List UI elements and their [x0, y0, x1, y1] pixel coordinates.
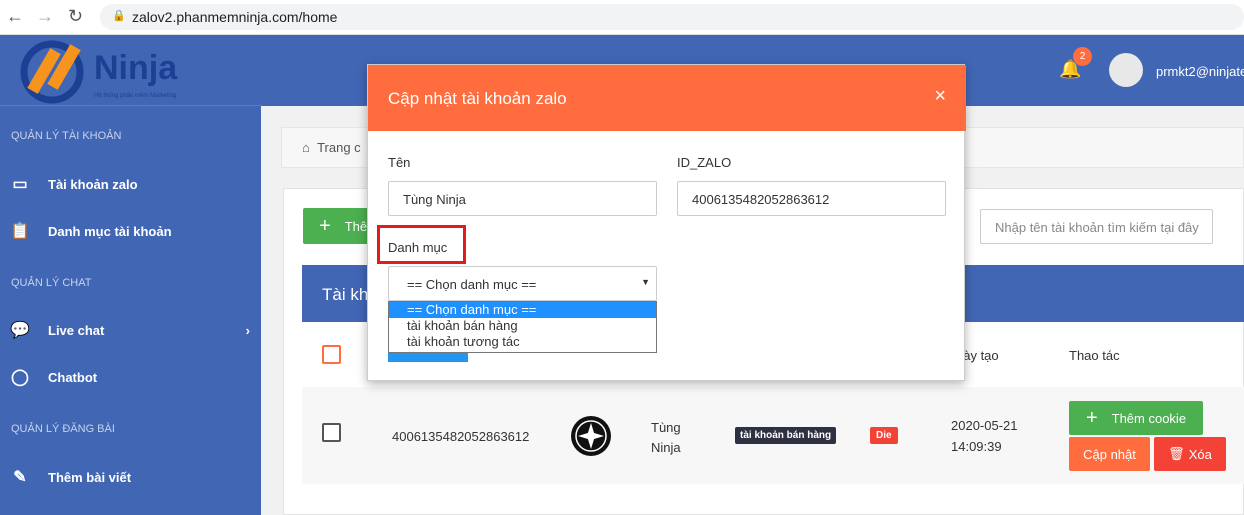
table-title: Tài kh — [322, 285, 369, 304]
avatar[interactable] — [1109, 53, 1143, 87]
sidebar: Ninja Hệ thống phần mềm Marketing QUẢN L… — [0, 35, 261, 515]
category-label: Danh mục — [388, 240, 448, 255]
option-choose[interactable]: == Chọn danh mục == — [389, 302, 656, 318]
label: Tài khoản zalo — [48, 176, 138, 192]
clipboard-icon: 📋 — [10, 223, 30, 240]
modal-title: Cập nhật tài khoản zalo — [388, 89, 567, 108]
section-title: QUẢN LÝ CHAT — [11, 277, 92, 289]
name-label: Tên — [388, 155, 411, 170]
label: Danh mục tài khoản — [48, 223, 172, 239]
modal-header: Cập nhật tài khoản zalo × — [368, 65, 966, 131]
lock-icon: 🔒 — [112, 10, 126, 22]
label: Thê — [344, 218, 368, 234]
search-input[interactable]: Nhập tên tài khoản tìm kiếm tại đây — [980, 209, 1213, 244]
update-button[interactable]: Cập nhật — [1069, 437, 1150, 471]
edit-icon: ✎ — [13, 469, 27, 486]
option-interaction[interactable]: tài khoản tương tác — [389, 334, 656, 350]
user-email[interactable]: prmkt2@ninjate — [1156, 64, 1244, 79]
selected-value: == Chọn danh mục == — [407, 277, 537, 292]
label: Thêm bài viết — [48, 469, 132, 485]
logo-tagline: Hệ thống phần mềm Marketing — [94, 93, 177, 99]
comment-icon: ◯ — [11, 369, 29, 386]
category-dropdown-list: == Chọn danh mục == tài khoản bán hàng t… — [388, 301, 657, 353]
home-icon[interactable]: ⌂ — [302, 140, 310, 155]
label: Xóa — [1188, 446, 1212, 462]
sidebar-item-chatbot[interactable]: ◯ Chatbot — [10, 367, 97, 387]
category-select[interactable]: == Chọn danh mục == ▼ — [388, 266, 657, 301]
column-actions: Thao tác — [1069, 348, 1120, 363]
row-checkbox[interactable] — [322, 423, 341, 442]
section-title: QUẢN LÝ ĐĂNG BÀI — [11, 423, 115, 435]
sidebar-item-zalo-accounts[interactable]: ▭ Tài khoản zalo — [10, 174, 138, 194]
update-account-modal: Cập nhật tài khoản zalo × Tên Tùng Ninja… — [367, 64, 966, 381]
name-input[interactable]: Tùng Ninja — [388, 181, 657, 216]
table-row: 4006135482052863612 Tùng Ninja tài khoản… — [302, 387, 1244, 484]
category-badge: tài khoản bán hàng — [735, 427, 837, 444]
label: Thêm cookie — [1111, 410, 1187, 426]
notification-badge: 2 — [1073, 47, 1092, 66]
plus-icon: + — [319, 214, 331, 237]
url-text: zalov2.phanmemninja.com/home — [132, 9, 338, 25]
label: Live chat — [48, 322, 105, 338]
select-all-checkbox[interactable] — [322, 345, 341, 364]
back-icon[interactable]: ← — [6, 6, 24, 27]
row-id: 4006135482052863612 — [392, 429, 530, 444]
id-zalo-input[interactable]: 4006135482052863612 — [677, 181, 946, 216]
logo-mark-icon — [20, 40, 84, 104]
row-time: 14:09:39 — [951, 439, 1002, 454]
comments-icon: 💬 — [10, 322, 30, 339]
plus-icon: + — [1085, 406, 1098, 429]
logo-text: Ninja — [94, 49, 178, 87]
delete-button[interactable]: 🗑 Xóa — [1154, 437, 1226, 471]
avatar-icon — [571, 416, 611, 456]
row-name: Tùng Ninja — [651, 420, 681, 455]
id-zalo-label: ID_ZALO — [677, 155, 732, 170]
trash-icon: 🗑 — [1168, 446, 1185, 461]
option-sales[interactable]: tài khoản bán hàng — [389, 318, 656, 334]
chevron-right-icon: › — [245, 322, 250, 338]
address-bar[interactable]: 🔒 zalov2.phanmemninja.com/home — [100, 4, 1244, 30]
sidebar-item-live-chat[interactable]: 💬 Live chat › — [10, 320, 250, 340]
sidebar-item-account-categories[interactable]: 📋 Danh mục tài khoản — [10, 221, 172, 241]
breadcrumb-home[interactable]: Trang c — [317, 140, 361, 155]
status-badge: Die — [870, 427, 898, 444]
browser-bar: ← → ↻ 🔒 zalov2.phanmemninja.com/home — [0, 0, 1244, 35]
id-card-icon: ▭ — [12, 176, 28, 193]
forward-icon[interactable]: → — [36, 6, 54, 27]
add-account-button[interactable]: + Thê — [303, 208, 373, 244]
row-date: 2020-05-21 — [951, 418, 1018, 433]
label: Chatbot — [48, 369, 98, 385]
sidebar-item-add-post[interactable]: ✎ Thêm bài viết — [10, 467, 131, 487]
dropdown-arrow-icon: ▼ — [641, 277, 650, 287]
close-icon[interactable]: × — [934, 85, 946, 108]
logo[interactable]: Ninja Hệ thống phần mềm Marketing — [0, 35, 261, 106]
reload-icon[interactable]: ↻ — [68, 6, 83, 27]
section-title: QUẢN LÝ TÀI KHOẢN — [11, 130, 122, 142]
add-cookie-button[interactable]: + Thêm cookie — [1069, 401, 1203, 435]
